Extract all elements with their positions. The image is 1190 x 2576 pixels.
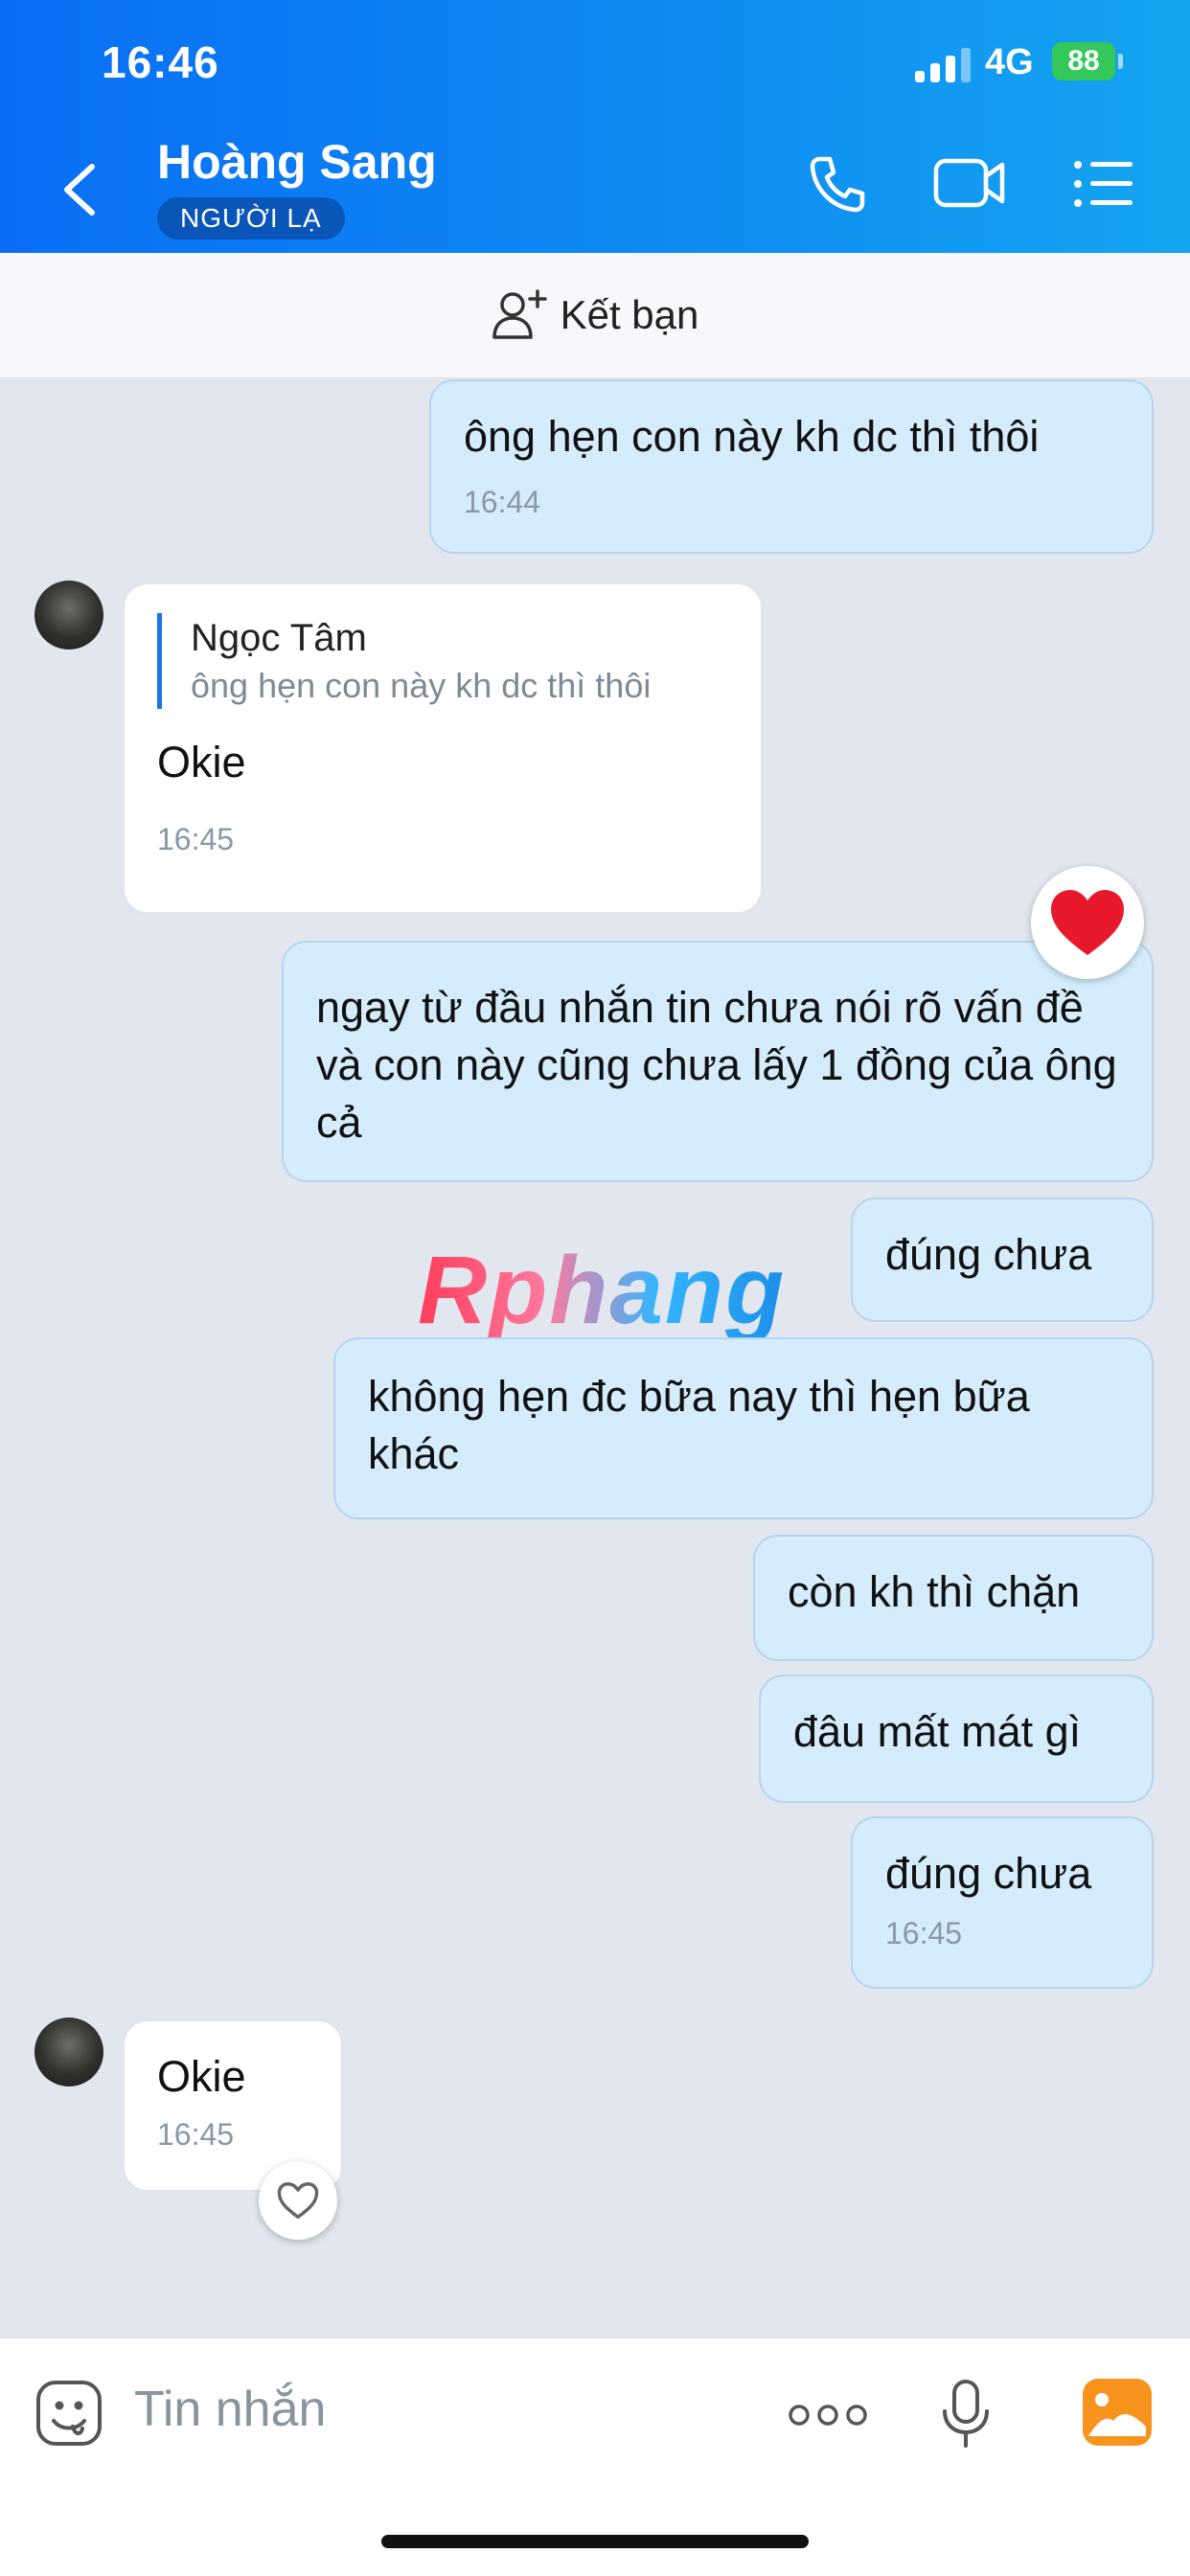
outgoing-message[interactable]: còn kh thì chặn [753, 1535, 1154, 1661]
battery-icon: 88 [1052, 42, 1115, 80]
outgoing-message[interactable]: ông hẹn con này kh dc thì thôi 16:44 [429, 379, 1154, 554]
battery-level: 88 [1067, 45, 1100, 77]
avatar[interactable] [34, 581, 103, 650]
status-time: 16:46 [102, 37, 219, 87]
red-heart-icon [1051, 890, 1124, 955]
avatar[interactable] [34, 2017, 103, 2086]
message-time: 16:44 [464, 485, 541, 519]
microphone-icon[interactable] [941, 2379, 991, 2450]
message-text: ông hẹn con này kh dc thì thôi [464, 412, 1040, 461]
back-arrow-icon[interactable] [57, 161, 102, 218]
image-gallery-icon[interactable] [1081, 2377, 1154, 2448]
message-text: đúng chưa [885, 1230, 1092, 1279]
message-text: Okie [157, 2052, 246, 2101]
chat-header: 16:46 4G 88 Hoàng Sang NGƯỜI LẠ [0, 0, 1190, 253]
home-indicator [381, 2535, 809, 2548]
menu-list-icon[interactable] [1073, 159, 1134, 209]
message-text: còn kh thì chặn [788, 1567, 1081, 1616]
message-time: 16:45 [885, 1916, 963, 1950]
sticker-emoji-icon[interactable] [34, 2379, 103, 2448]
message-text: đâu mất mát gì [793, 1707, 1082, 1756]
add-friend-button[interactable]: Kết bạn [0, 253, 1190, 378]
message-time: 16:45 [157, 822, 235, 856]
message-text: không hẹn đc bữa nay thì hẹn bữa khác [368, 1372, 1030, 1478]
reply-quote[interactable]: Ngọc Tâm ông hẹn con này kh dc thì thôi [157, 613, 728, 709]
phone-call-icon[interactable] [807, 153, 868, 215]
message-text: ngay từ đầu nhắn tin chưa nói rõ vấn đề … [316, 983, 1117, 1147]
heart-reaction-icon[interactable] [1031, 866, 1144, 979]
battery-tip [1118, 54, 1123, 69]
signal-icon [915, 48, 971, 82]
outgoing-message[interactable]: không hẹn đc bữa nay thì hẹn bữa khác [333, 1337, 1154, 1519]
quote-text: ông hẹn con này kh dc thì thôi [191, 666, 652, 705]
add-person-icon [492, 289, 547, 339]
watermark-logo: Rphang [418, 1237, 787, 1344]
network-type: 4G [985, 42, 1034, 82]
add-friend-label: Kết bạn [560, 292, 699, 337]
outgoing-message[interactable]: đúng chưa [851, 1197, 1154, 1322]
stranger-badge: NGƯỜI LẠ [157, 197, 345, 239]
contact-name[interactable]: Hoàng Sang [157, 134, 437, 190]
outgoing-message[interactable]: ngay từ đầu nhắn tin chưa nói rõ vấn đề … [282, 941, 1154, 1182]
message-text: Okie [157, 738, 246, 786]
more-options-icon[interactable] [788, 2402, 868, 2428]
outgoing-message[interactable]: đâu mất mát gì [759, 1675, 1154, 1803]
quote-author: Ngọc Tâm [191, 617, 367, 659]
heart-outline-icon [277, 2182, 319, 2219]
incoming-message[interactable]: Ngọc Tâm ông hẹn con này kh dc thì thôi … [123, 582, 763, 914]
video-call-icon[interactable] [933, 153, 1006, 211]
message-time: 16:45 [157, 2117, 235, 2152]
like-reaction-button[interactable] [259, 2161, 337, 2240]
outgoing-message[interactable]: đúng chưa 16:45 [851, 1816, 1154, 1989]
message-text: đúng chưa [885, 1849, 1092, 1898]
message-input[interactable]: Tin nhắn [134, 2381, 326, 2438]
